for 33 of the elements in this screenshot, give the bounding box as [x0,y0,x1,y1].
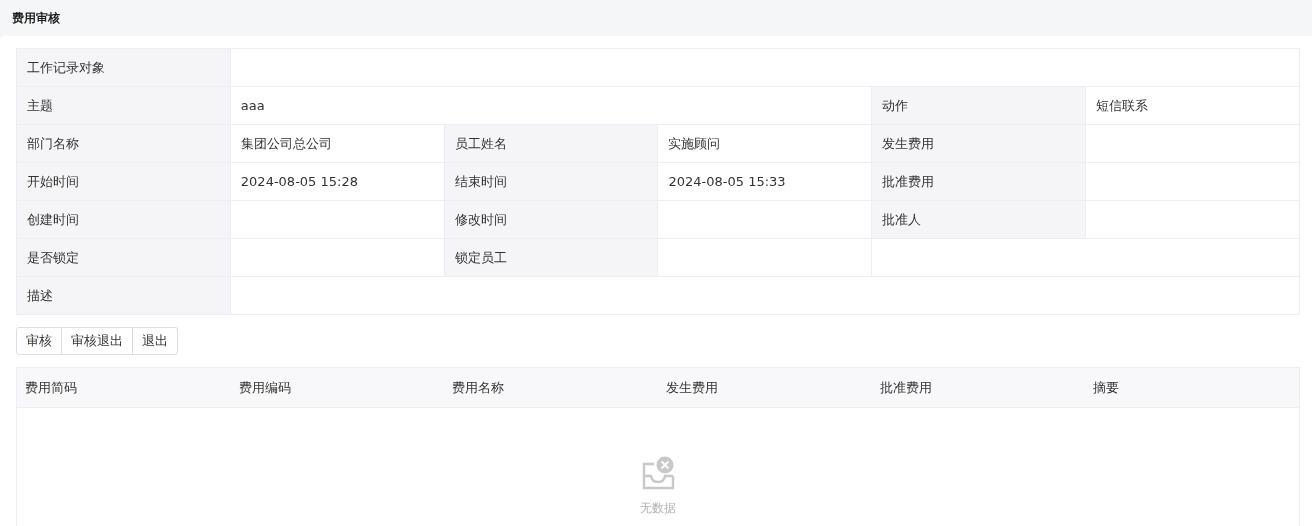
field-label: 开始时间 [17,163,231,201]
field-label: 员工姓名 [444,125,659,163]
field-value: 2024-08-05 15:28 [230,163,445,201]
field-value: 集团公司总公司 [230,125,445,163]
action-button[interactable]: 审核 [16,327,62,355]
column-header: 费用编码 [237,378,292,397]
column-header: 批准费用 [878,378,933,397]
field-label: 部门名称 [17,125,231,163]
field-label: 锁定员工 [444,239,659,277]
column-header: 发生费用 [665,378,719,397]
field-label: 工作记录对象 [17,49,231,87]
action-button[interactable]: 退出 [133,327,178,355]
action-button[interactable]: 审核退出 [62,327,133,355]
column-header: 费用简码 [24,378,78,397]
field-label: 发生费用 [872,125,1087,163]
field-label: 动作 [872,87,1087,125]
empty-inbox-icon [640,456,676,492]
field-label: 结束时间 [444,163,659,201]
field-label: 批准费用 [872,163,1087,201]
empty-message: 无数据 [640,500,676,517]
field-label: 描述 [17,277,231,315]
field-label: 修改时间 [444,201,659,239]
field-label: 是否锁定 [17,239,231,277]
column-header: 摘要 [1092,378,1121,397]
field-value: 短信联系 [1086,87,1300,125]
field-label: 主题 [17,87,231,125]
field-value: 2024-08-05 15:33 [658,163,873,201]
page-title: 费用审核 [12,9,60,27]
field-value: 实施顾问 [658,125,873,163]
field-label: 批准人 [872,201,1087,239]
field-value: aaa [230,87,873,125]
field-label: 创建时间 [17,201,231,239]
column-header: 费用名称 [451,378,506,397]
